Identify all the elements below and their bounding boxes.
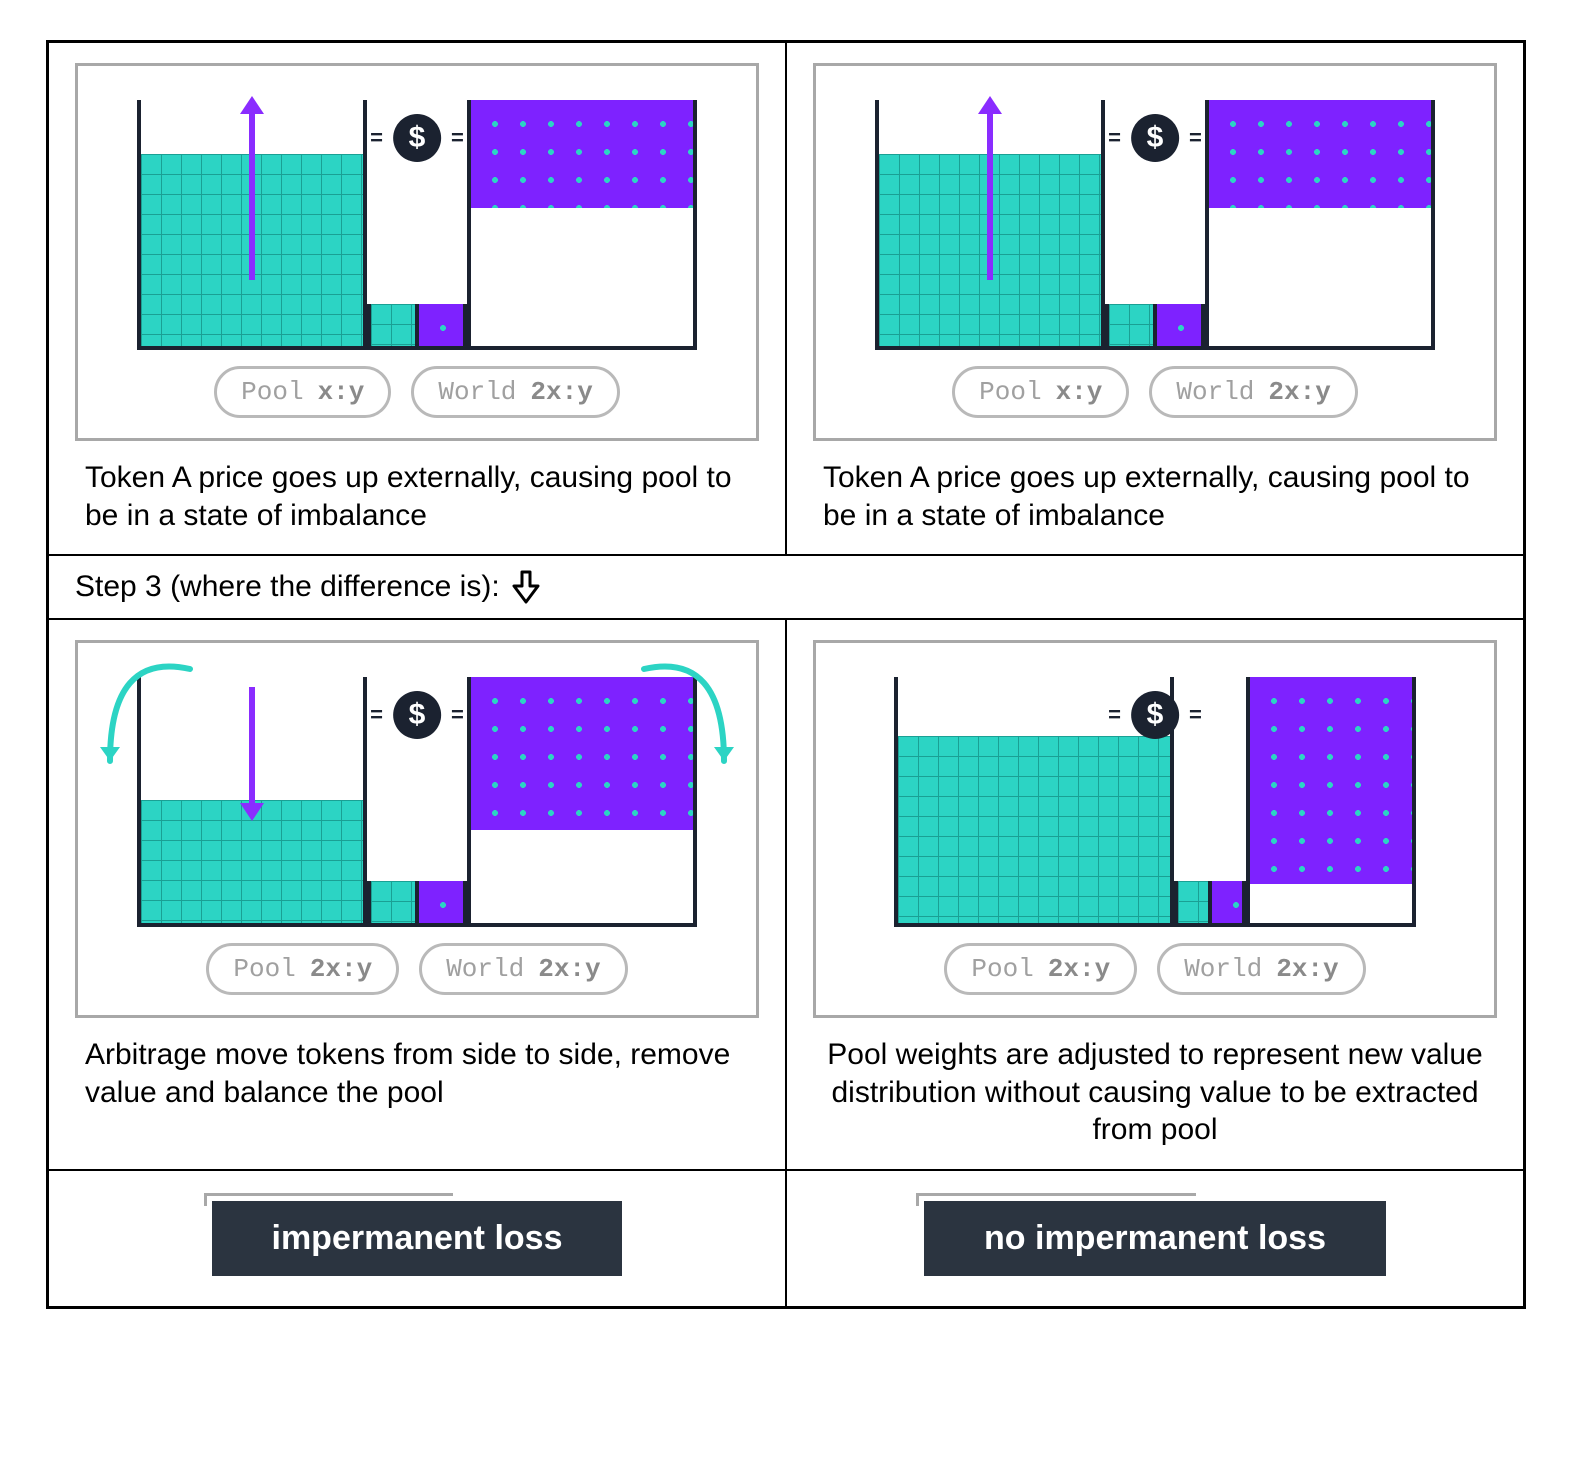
result-cell-left: impermanent loss [48, 1170, 786, 1307]
dollar-icon: $ [1131, 691, 1179, 739]
step-divider-text: Step 3 (where the difference is): [75, 570, 500, 604]
dollar-icon: $ [1131, 114, 1179, 162]
pills: Pool x:y World 2x:y [96, 366, 738, 418]
connector [1174, 881, 1212, 927]
result-cell-right: no impermanent loss [786, 1170, 1524, 1307]
fill-purple [1209, 100, 1431, 208]
pill-ratio: 2x:y [310, 954, 372, 984]
tank-token-a [137, 100, 367, 350]
eq-sign: = [451, 702, 464, 728]
pill-label: World [1176, 377, 1254, 407]
panel-frame: = $ = Pool x:y [75, 63, 759, 441]
pills: Pool x:y World 2x:y [834, 366, 1476, 418]
pill-ratio: 2x:y [530, 377, 592, 407]
tanks: = $ = [834, 90, 1476, 350]
connector-fill [1157, 304, 1201, 346]
pill-pool: Pool x:y [952, 366, 1129, 418]
pill-label: Pool [233, 954, 295, 984]
pill-label: Pool [979, 377, 1041, 407]
fill-purple [1250, 677, 1412, 884]
pill-world: World 2x:y [411, 366, 619, 418]
connector [367, 881, 419, 927]
panel-bottom-right: = $ = Pool 2x:y World [786, 619, 1524, 1170]
eq-sign: = [1108, 125, 1121, 151]
arrow-up-icon [987, 110, 993, 280]
connector [367, 304, 419, 350]
tank-token-b [467, 100, 697, 350]
pill-ratio: 2x:y [1268, 377, 1330, 407]
caption: Pool weights are adjusted to represent n… [813, 1036, 1497, 1149]
panel-bottom-left: = $ = [48, 619, 786, 1170]
money-equals: = $ = [1108, 114, 1202, 162]
result-no-impermanent-loss: no impermanent loss [924, 1201, 1386, 1276]
pill-world: World 2x:y [1149, 366, 1357, 418]
connector-fill [1178, 881, 1208, 923]
pill-ratio: 2x:y [1048, 954, 1110, 984]
pill-label: World [1184, 954, 1262, 984]
fill-teal [898, 736, 1170, 923]
result-impermanent-loss: impermanent loss [212, 1201, 623, 1276]
tanks: = $ = [834, 667, 1476, 927]
caption: Token A price goes up externally, causin… [813, 459, 1497, 534]
pill-pool: Pool 2x:y [944, 943, 1137, 995]
tank-token-b [1205, 100, 1435, 350]
money-equals: = $ = [370, 114, 464, 162]
pill-label: World [446, 954, 524, 984]
panel-frame: = $ = [75, 640, 759, 1018]
panel-top-left: = $ = Pool x:y [48, 42, 786, 555]
pill-world: World 2x:y [1157, 943, 1365, 995]
money-equals: = $ = [1108, 691, 1202, 739]
pills: Pool 2x:y World 2x:y [834, 943, 1476, 995]
connector [415, 304, 467, 350]
pill-ratio: 2x:y [538, 954, 600, 984]
pill-ratio: 2x:y [1276, 954, 1338, 984]
dollar-icon: $ [393, 114, 441, 162]
eq-sign: = [370, 702, 383, 728]
step-divider-row: Step 3 (where the difference is): [48, 555, 1524, 619]
arrow-up-icon [249, 110, 255, 280]
eq-sign: = [1189, 702, 1202, 728]
eq-sign: = [1189, 125, 1202, 151]
connector-fill [1212, 881, 1242, 923]
pill-ratio: x:y [318, 377, 365, 407]
arrow-down-outline-icon [512, 570, 540, 604]
pills: Pool 2x:y World 2x:y [96, 943, 738, 995]
curve-arrow-right-icon [624, 661, 744, 791]
connector-fill [1109, 304, 1153, 346]
pill-pool: Pool x:y [214, 366, 391, 418]
connector-fill [419, 881, 463, 923]
connector-fill [371, 304, 415, 346]
connector-fill [371, 881, 415, 923]
money-equals: = $ = [370, 691, 464, 739]
dollar-icon: $ [393, 691, 441, 739]
pill-label: Pool [971, 954, 1033, 984]
fill-purple [471, 100, 693, 208]
tanks: = $ = [96, 90, 738, 350]
connector [1153, 304, 1205, 350]
pill-ratio: x:y [1056, 377, 1103, 407]
connector [1208, 881, 1246, 927]
connector-fill [419, 304, 463, 346]
diagram-grid: = $ = Pool x:y [46, 40, 1526, 1309]
tank-token-a [875, 100, 1105, 350]
panel-top-right: = $ = Pool x:y [786, 42, 1524, 555]
panel-frame: = $ = Pool 2x:y World [813, 640, 1497, 1018]
eq-sign: = [1108, 702, 1121, 728]
curve-arrow-left-icon [90, 661, 210, 791]
connector [1105, 304, 1157, 350]
connector [415, 881, 467, 927]
caption: Arbitrage move tokens from side to side,… [75, 1036, 759, 1111]
pill-label: Pool [241, 377, 303, 407]
caption: Token A price goes up externally, causin… [75, 459, 759, 534]
eq-sign: = [370, 125, 383, 151]
pill-world: World 2x:y [419, 943, 627, 995]
eq-sign: = [451, 125, 464, 151]
tanks: = $ = [96, 667, 738, 927]
tank-token-b [1246, 677, 1416, 927]
pill-pool: Pool 2x:y [206, 943, 399, 995]
arrow-down-icon [249, 687, 255, 807]
panel-frame: = $ = Pool x:y [813, 63, 1497, 441]
pill-label: World [438, 377, 516, 407]
